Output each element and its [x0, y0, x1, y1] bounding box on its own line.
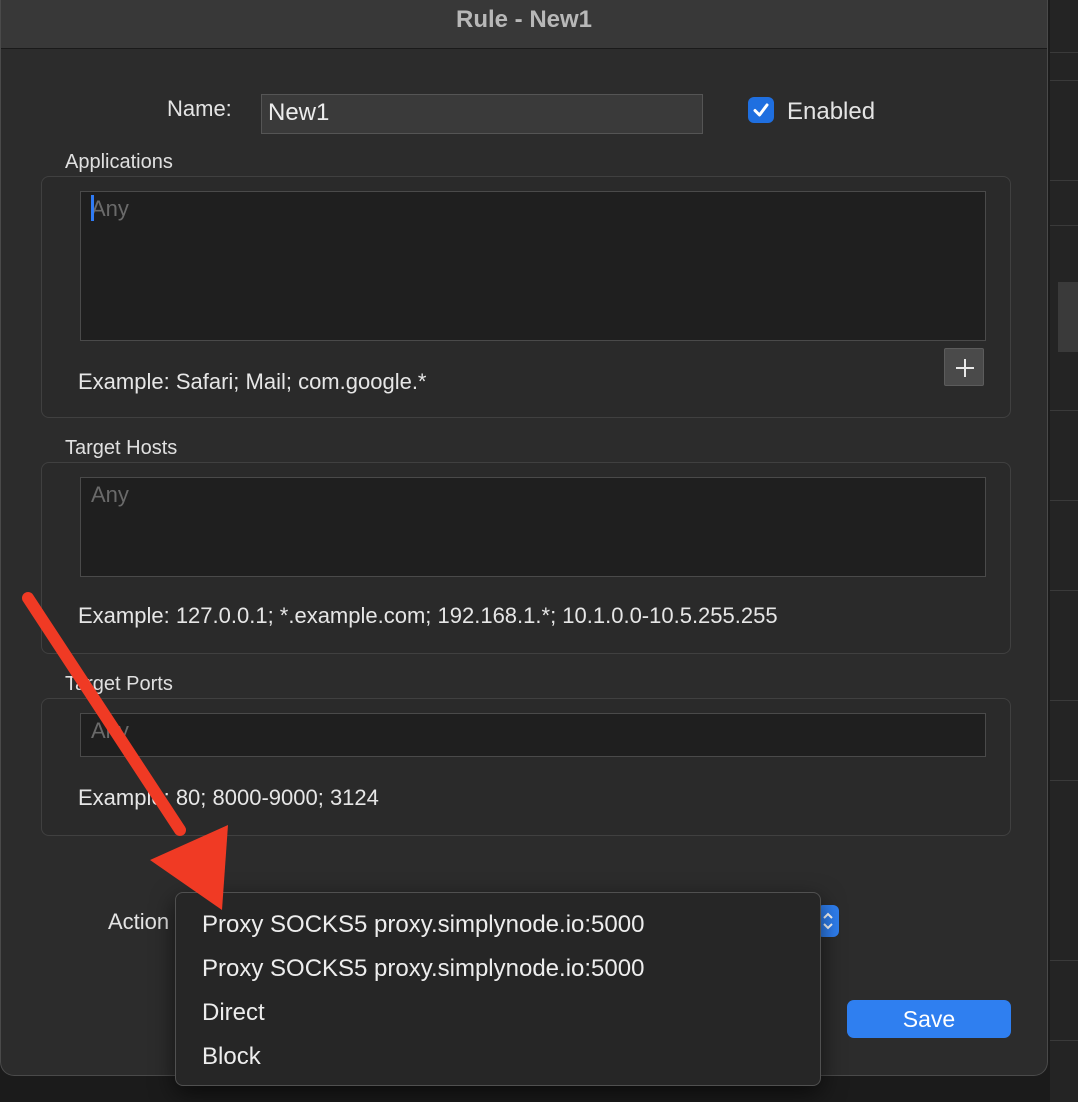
background-divider	[1050, 225, 1078, 226]
background-divider	[1050, 960, 1078, 961]
menu-item-proxy-2[interactable]: Proxy SOCKS5 proxy.simplynode.io:5000	[202, 955, 644, 983]
background-divider	[1050, 52, 1078, 53]
background-divider	[1050, 1040, 1078, 1041]
plus-icon	[956, 359, 974, 377]
background-divider	[1050, 780, 1078, 781]
target-ports-input[interactable]: Any	[80, 713, 986, 757]
menu-item-block[interactable]: Block	[202, 1043, 261, 1071]
action-dropdown-menu: Proxy SOCKS5 proxy.simplynode.io:5000 Pr…	[175, 892, 821, 1086]
target-hosts-label: Target Hosts	[65, 437, 178, 459]
target-ports-label: Target Ports	[65, 673, 173, 695]
background-row	[1058, 282, 1078, 352]
menu-item-proxy-1[interactable]: Proxy SOCKS5 proxy.simplynode.io:5000	[202, 911, 644, 939]
background-divider	[1050, 700, 1078, 701]
target-hosts-placeholder: Any	[91, 482, 129, 507]
name-field[interactable]: New1	[261, 94, 703, 134]
background-divider	[1050, 180, 1078, 181]
target-ports-example: Example: 80; 8000-9000; 3124	[78, 785, 379, 810]
target-ports-group: Any Example: 80; 8000-9000; 3124	[41, 698, 1011, 836]
background-divider	[1050, 80, 1078, 81]
background-window	[1050, 0, 1078, 1102]
applications-placeholder: Any	[91, 196, 129, 221]
window-title: Rule - New1	[1, 0, 1047, 49]
menu-item-direct[interactable]: Direct	[202, 999, 265, 1027]
save-button[interactable]: Save	[847, 1000, 1011, 1038]
name-label: Name:	[167, 96, 232, 121]
enabled-label: Enabled	[787, 98, 876, 125]
background-divider	[1050, 410, 1078, 411]
target-hosts-input[interactable]: Any	[80, 477, 986, 577]
applications-example: Example: Safari; Mail; com.google.*	[78, 369, 427, 394]
checkmark-icon	[753, 103, 769, 117]
target-hosts-group: Any Example: 127.0.0.1; *.example.com; 1…	[41, 462, 1011, 654]
target-ports-placeholder: Any	[91, 718, 129, 743]
applications-label: Applications	[65, 151, 173, 173]
enabled-checkbox[interactable]	[748, 97, 774, 123]
add-application-button[interactable]	[944, 348, 984, 386]
applications-input[interactable]: Any	[80, 191, 986, 341]
target-hosts-example: Example: 127.0.0.1; *.example.com; 192.1…	[78, 603, 778, 628]
background-divider	[1050, 500, 1078, 501]
background-divider	[1050, 590, 1078, 591]
action-label: Action	[108, 909, 170, 934]
applications-group: Any Example: Safari; Mail; com.google.*	[41, 176, 1011, 418]
text-caret	[91, 195, 94, 221]
